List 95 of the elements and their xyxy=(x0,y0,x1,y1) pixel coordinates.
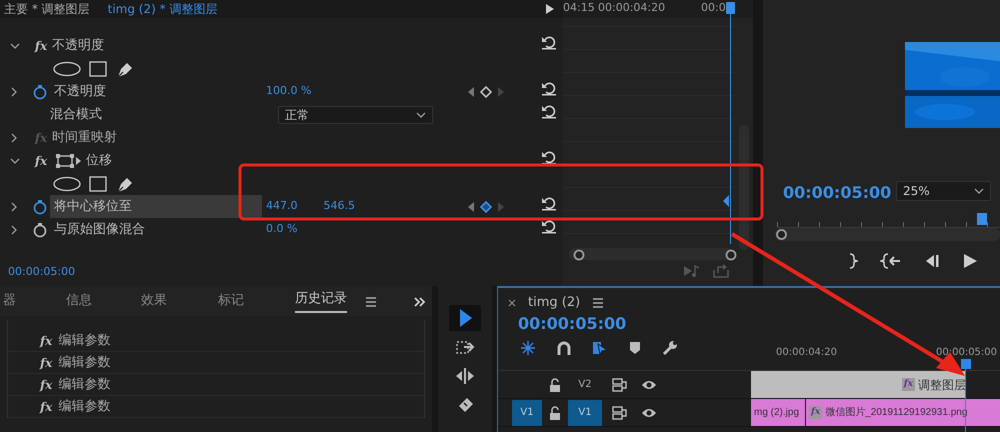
timecode: 00:00:05:00 xyxy=(8,264,76,280)
ruler-label: 00:00:05:00 xyxy=(936,346,998,360)
scroll-handle-icon[interactable] xyxy=(725,249,737,261)
keyframe-icon[interactable] xyxy=(479,84,493,98)
menu-icon[interactable] xyxy=(592,297,604,309)
zoom-dropdown[interactable]: 25% xyxy=(896,181,991,201)
panel-tab[interactable]: 器 xyxy=(3,291,16,311)
wrench-icon[interactable] xyxy=(662,340,678,356)
panel-tab[interactable]: 历史记录 xyxy=(295,289,347,313)
ruler-label: 00:00:04:20 xyxy=(598,0,666,16)
clip-label: mg (2).jpg xyxy=(754,406,800,420)
effect-name: 不透明度 xyxy=(52,36,104,55)
blend-mode-dropdown[interactable]: 正常 xyxy=(278,106,433,124)
fx-icon: fx xyxy=(40,354,52,372)
overflow-icon[interactable] xyxy=(414,296,426,308)
eye-icon[interactable] xyxy=(641,378,657,390)
effect-name: 位移 xyxy=(86,152,112,170)
effect-name: 时间重映射 xyxy=(52,128,117,147)
rectangle-mask-icon[interactable] xyxy=(88,176,108,192)
param-name: 混合模式 xyxy=(50,106,103,124)
forward-icon[interactable] xyxy=(544,3,556,15)
mark-out-icon[interactable] xyxy=(848,252,858,270)
source-patch[interactable]: V1 xyxy=(512,400,542,426)
track-target[interactable]: V2 xyxy=(568,372,602,398)
stopwatch-icon[interactable] xyxy=(32,198,48,214)
eye-icon[interactable] xyxy=(641,406,657,418)
keyframe-icon[interactable] xyxy=(479,200,493,214)
panel-tab[interactable]: timg (2) * 调整图层 xyxy=(108,0,218,18)
stopwatch-icon[interactable] xyxy=(32,84,48,100)
close-icon[interactable] xyxy=(508,299,516,307)
param-value[interactable]: 0.0 % xyxy=(266,221,298,238)
fx-icon: fx xyxy=(902,378,915,392)
step-back-icon[interactable] xyxy=(924,253,940,269)
timecode: 00:00:05:00 xyxy=(783,182,892,204)
linked-selection-icon[interactable] xyxy=(592,340,608,356)
scrollbar[interactable] xyxy=(775,228,1000,241)
track-target[interactable]: V1 xyxy=(568,400,602,426)
param-name: 与原始图像混合 xyxy=(53,221,146,239)
ruler-label: 00:00:04:20 xyxy=(776,346,838,360)
fx-icon: fx xyxy=(40,398,52,416)
scroll-handle-icon[interactable] xyxy=(573,249,585,261)
rectangle-mask-icon[interactable] xyxy=(88,60,108,76)
scroll-handle-icon[interactable] xyxy=(775,228,788,241)
fx-icon: fx xyxy=(40,332,52,350)
param-value[interactable]: 100.0 % xyxy=(266,83,312,100)
panel-tab[interactable]: 效果 xyxy=(141,291,167,311)
snap-icon[interactable] xyxy=(520,340,536,356)
panel-tab[interactable]: 主要 * 调整图层 xyxy=(4,0,90,18)
play-icon[interactable] xyxy=(962,253,978,269)
history-item[interactable]: 编辑参数 xyxy=(58,330,110,350)
reset-icon[interactable] xyxy=(540,80,558,96)
panel-tab[interactable]: 标记 xyxy=(218,291,244,311)
clip-label: 调整图层 xyxy=(918,376,966,394)
go-to-in-icon[interactable] xyxy=(880,252,902,270)
reset-icon[interactable] xyxy=(540,195,558,212)
caret-down-icon xyxy=(416,110,426,118)
ripple-edit-tool-icon[interactable] xyxy=(455,365,475,387)
magnet-icon[interactable] xyxy=(556,340,572,356)
reset-icon[interactable] xyxy=(540,218,558,234)
fx-icon[interactable]: fx xyxy=(34,36,48,54)
history-item[interactable]: 编辑参数 xyxy=(58,396,110,416)
param-name: 不透明度 xyxy=(53,83,107,101)
zoom-scrollbar[interactable] xyxy=(569,248,733,260)
lock-icon[interactable] xyxy=(549,406,561,420)
fx-icon[interactable]: fx xyxy=(34,152,48,170)
reset-icon[interactable] xyxy=(540,103,558,120)
marker-icon[interactable] xyxy=(628,340,642,356)
vertical-scrollbar[interactable] xyxy=(739,125,749,250)
previous-keyframe-icon[interactable] xyxy=(466,200,476,212)
fx-icon: fx xyxy=(40,376,52,394)
previous-keyframe-icon[interactable] xyxy=(466,86,476,98)
playhead-marker[interactable] xyxy=(726,2,735,14)
playhead-marker[interactable] xyxy=(961,359,971,369)
playhead-marker[interactable] xyxy=(977,213,987,225)
history-item[interactable]: 编辑参数 xyxy=(58,374,110,394)
reset-icon[interactable] xyxy=(540,34,558,50)
fx-icon: fx xyxy=(809,406,822,420)
ruler-label: 00:0 xyxy=(701,0,726,16)
caret-down-icon xyxy=(974,187,984,195)
param-name: 将中心移位至 xyxy=(50,195,262,218)
ruler-label: 04:15 xyxy=(563,0,595,16)
history-item[interactable]: 编辑参数 xyxy=(58,352,110,372)
param-value[interactable]: 447.0 xyxy=(266,198,298,215)
sync-lock-icon[interactable] xyxy=(612,378,628,392)
param-value[interactable]: 546.5 xyxy=(324,198,355,215)
menu-icon[interactable] xyxy=(365,296,377,308)
stopwatch-icon[interactable] xyxy=(32,222,48,238)
panel-tab[interactable]: 信息 xyxy=(66,291,92,311)
sync-lock-icon[interactable] xyxy=(612,406,628,420)
reset-icon[interactable] xyxy=(540,149,558,166)
lock-icon[interactable] xyxy=(549,378,561,392)
ellipse-mask-icon[interactable] xyxy=(52,176,82,192)
sequence-tab[interactable]: timg (2) xyxy=(528,293,580,313)
ellipse-mask-icon[interactable] xyxy=(52,60,82,76)
timecode: 00:00:05:00 xyxy=(517,313,628,335)
